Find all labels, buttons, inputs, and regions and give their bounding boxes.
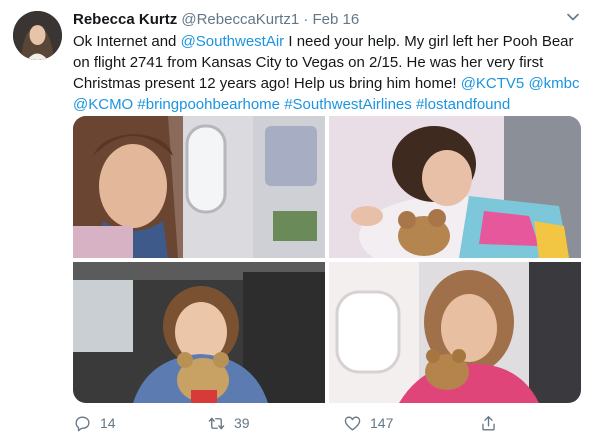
tweet-date[interactable]: Feb 16 (313, 11, 360, 28)
mention-link[interactable]: @KCTV5 (461, 75, 525, 92)
avatar[interactable] (13, 11, 62, 60)
hashtag-link[interactable]: #lostandfound (416, 96, 510, 113)
retweet-count: 39 (234, 415, 250, 431)
mention-link[interactable]: @KCMO (73, 96, 133, 113)
tweet-actions: 14 39 147 (73, 412, 513, 434)
share-button[interactable] (479, 412, 506, 434)
hashtag-link[interactable]: #SouthwestAirlines (284, 96, 412, 113)
like-icon (344, 415, 361, 431)
user-handle[interactable]: @RebeccaKurtz1 (181, 11, 299, 28)
tweet-text: Ok Internet and @SouthwestAir I need you… (73, 31, 585, 115)
photo-girl-in-car-with-bear[interactable] (73, 262, 325, 403)
chevron-down-icon[interactable] (566, 10, 580, 24)
photo-girl-sleeping-with-bear[interactable] (329, 116, 581, 258)
reply-button[interactable]: 14 (73, 412, 116, 434)
hashtag-link[interactable]: #bringpoohbearhome (137, 96, 280, 113)
photo-girl-hugging-bear-in-plane[interactable] (329, 262, 581, 403)
tweet-text-segment: Ok Internet and (73, 33, 181, 50)
like-count: 147 (370, 415, 394, 431)
photo-girl-by-airplane-window[interactable] (73, 116, 325, 258)
tweet-header: Rebecca Kurtz @RebeccaKurtz1 · Feb 16 (73, 10, 359, 29)
mention-link[interactable]: @kmbc (528, 75, 579, 92)
display-name[interactable]: Rebecca Kurtz (73, 11, 177, 28)
share-icon (482, 415, 495, 431)
like-button[interactable]: 147 (343, 412, 393, 434)
photo-grid (73, 116, 581, 403)
separator-dot: · (303, 11, 309, 28)
mention-link[interactable]: @SouthwestAir (181, 33, 285, 50)
retweet-icon (208, 417, 225, 429)
reply-count: 14 (100, 415, 116, 431)
retweet-button[interactable]: 39 (207, 412, 250, 434)
reply-icon (75, 415, 90, 431)
